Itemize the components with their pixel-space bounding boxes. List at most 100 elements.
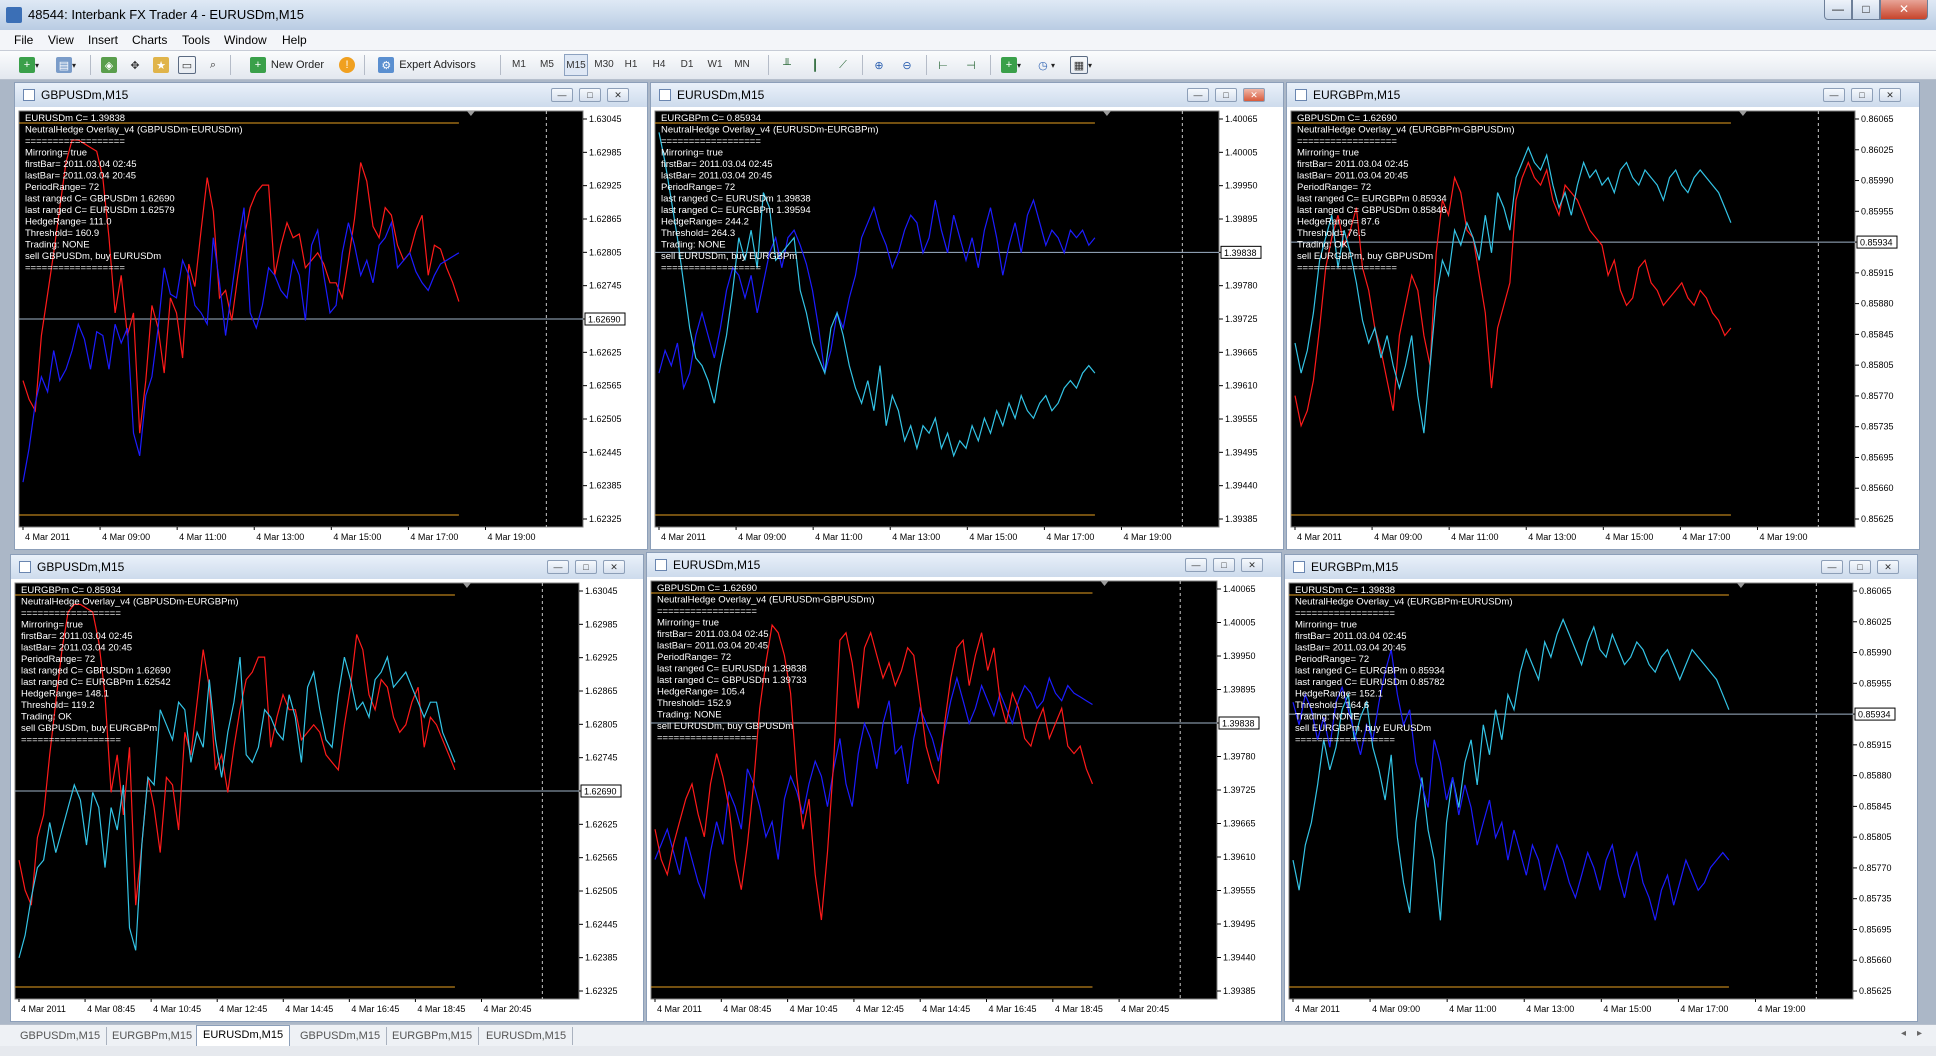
chart-icon [659, 89, 671, 101]
chart-maximize-button[interactable]: □ [575, 560, 597, 574]
chart-window-titlebar[interactable]: GBPUSDm,M15 — □ ✕ [11, 555, 643, 579]
chart-window[interactable]: EURGBPm,M15 — □ ✕ 0.86065 0.86025 0.85990 0… [1284, 554, 1918, 1022]
chart-window[interactable]: EURGBPm,M15 — □ ✕ 0.86065 0.86025 0.85990 0… [1286, 82, 1920, 550]
chart-close-button[interactable]: ✕ [1879, 88, 1901, 102]
menu-view[interactable]: View [48, 33, 74, 47]
price-label: 1.63045 [589, 114, 622, 124]
periods-button[interactable]: ◷ ▾ [1030, 54, 1060, 76]
time-label: 4 Mar 19:00 [1123, 532, 1171, 542]
chart-close-button[interactable]: ✕ [607, 88, 629, 102]
alert-button[interactable]: ! [336, 54, 358, 76]
chart-window-titlebar[interactable]: EURUSDm,M15 — □ ✕ [651, 83, 1283, 107]
chart-maximize-button[interactable]: □ [1213, 558, 1235, 572]
new-chart-button[interactable]: + ▾ [14, 54, 44, 76]
market-watch-button[interactable]: ◈ [98, 54, 120, 76]
chart-maximize-button[interactable]: □ [1851, 88, 1873, 102]
timeframe-m1[interactable]: M1 [508, 54, 530, 76]
chart-tab[interactable]: GBPUSDm,M15 [294, 1027, 388, 1045]
timeframe-m15[interactable]: M15 [564, 54, 588, 76]
expert-advisors-button[interactable]: ⚙ Expert Advisors [372, 54, 482, 76]
indicator-info-line: lastBar= 2011.03.04 20:45 [21, 643, 132, 654]
chart-canvas[interactable]: 1.40065 1.40005 1.39950 1.39895 1.39838 1.397… [651, 107, 1283, 549]
chart-tab[interactable]: EURGBPm,M15 [106, 1027, 200, 1045]
menu-help[interactable]: Help [282, 33, 307, 47]
navigator-button[interactable]: ★ [150, 54, 172, 76]
menu-charts[interactable]: Charts [132, 33, 167, 47]
price-label: 1.39665 [1223, 819, 1256, 829]
timeframe-h4[interactable]: H4 [648, 54, 670, 76]
strategy-tester-button[interactable]: ⌕ [202, 54, 224, 76]
chart-maximize-button[interactable]: □ [579, 88, 601, 102]
bar-chart-button[interactable]: ╨ [776, 54, 798, 76]
price-label: 1.62445 [585, 919, 618, 929]
tab-scroll-left[interactable]: ◂ [1901, 1028, 1906, 1039]
chart-canvas[interactable]: 1.63045 1.62985 1.62925 1.62865 1.62805 1.627… [11, 579, 643, 1021]
indicator-info-line: Trading: NONE [661, 240, 726, 251]
chart-canvas[interactable]: 1.63045 1.62985 1.62925 1.62865 1.62805 1.627… [15, 107, 647, 549]
new-order-button[interactable]: + New Order [240, 54, 334, 76]
zoom-out-button[interactable]: ⊖ [896, 54, 918, 76]
chart-close-button[interactable]: ✕ [603, 560, 625, 574]
chart-canvas[interactable]: 0.86065 0.86025 0.85990 0.85955 0.85934 0.859… [1287, 107, 1919, 549]
chart-minimize-button[interactable]: — [1185, 558, 1207, 572]
candlestick-button[interactable]: ┃ [804, 54, 826, 76]
indicator-info-line: lastBar= 2011.03.04 20:45 [1297, 171, 1408, 182]
chart-minimize-button[interactable]: — [1821, 560, 1843, 574]
menu-window[interactable]: Window [224, 33, 267, 47]
indicator-info-line: Threshold= 164.6 [1295, 700, 1369, 711]
price-label: 1.62325 [589, 514, 622, 524]
auto-scroll-button[interactable]: ⊢ [932, 54, 954, 76]
timeframe-m5[interactable]: M5 [536, 54, 558, 76]
chart-window-titlebar[interactable]: EURGBPm,M15 — □ ✕ [1287, 83, 1919, 107]
price-label: 1.39555 [1223, 886, 1256, 896]
data-window-button[interactable]: ✥ [124, 54, 146, 76]
chart-close-button[interactable]: ✕ [1243, 88, 1265, 102]
timeframe-mn[interactable]: MN [730, 54, 754, 76]
chart-tab[interactable]: EURUSDm,M15 [480, 1027, 574, 1045]
timeframe-m30[interactable]: M30 [592, 54, 616, 76]
templates-button[interactable]: ▦ ▾ [1066, 54, 1096, 76]
tab-scroll-right[interactable]: ▸ [1917, 1028, 1922, 1039]
chart-tab-active[interactable]: EURUSDm,M15 [196, 1025, 291, 1046]
chart-tab[interactable]: GBPUSDm,M15 [14, 1027, 108, 1045]
close-button[interactable]: ✕ [1880, 0, 1928, 20]
chart-tab[interactable]: EURGBPm,M15 [386, 1027, 480, 1045]
chart-window[interactable]: GBPUSDm,M15 — □ ✕ 1.63045 1.62985 1.62925 1… [10, 554, 644, 1022]
menu-insert[interactable]: Insert [88, 33, 118, 47]
maximize-button[interactable]: □ [1852, 0, 1880, 20]
chart-minimize-button[interactable]: — [551, 88, 573, 102]
chart-close-button[interactable]: ✕ [1241, 558, 1263, 572]
price-label: 0.85880 [1861, 299, 1894, 309]
chart-window-titlebar[interactable]: EURGBPm,M15 — □ ✕ [1285, 555, 1917, 579]
chart-window[interactable]: EURUSDm,M15 — □ ✕ 1.40065 1.40005 1.39950 1… [650, 82, 1284, 550]
zoom-in-button[interactable]: ⊕ [868, 54, 890, 76]
chart-window[interactable]: GBPUSDm,M15 — □ ✕ 1.63045 1.62985 1.62925 1… [14, 82, 648, 550]
time-label: 4 Mar 12:45 [856, 1004, 904, 1014]
chart-shift-button[interactable]: ⊣ [960, 54, 982, 76]
chart-canvas[interactable]: 0.86065 0.86025 0.85990 0.85955 0.85934 0.859… [1285, 579, 1917, 1021]
chart-minimize-button[interactable]: — [547, 560, 569, 574]
chart-window[interactable]: EURUSDm,M15 — □ ✕ 1.40065 1.40005 1.39950 1… [646, 552, 1282, 1022]
terminal-button[interactable]: ▭ [176, 54, 198, 76]
indicator-info-line: Threshold= 152.9 [657, 698, 731, 709]
line-chart-button[interactable]: ⟋ [832, 54, 854, 76]
timeframe-w1[interactable]: W1 [704, 54, 726, 76]
indicators-button[interactable]: + ▾ [996, 54, 1026, 76]
chart-window-titlebar[interactable]: GBPUSDm,M15 — □ ✕ [15, 83, 647, 107]
timeframe-d1[interactable]: D1 [676, 54, 698, 76]
menu-tools[interactable]: Tools [182, 33, 210, 47]
minimize-button[interactable]: — [1824, 0, 1852, 20]
chart-window-titlebar[interactable]: EURUSDm,M15 — □ ✕ [647, 553, 1281, 577]
chart-minimize-button[interactable]: — [1187, 88, 1209, 102]
chart-close-button[interactable]: ✕ [1877, 560, 1899, 574]
menu-file[interactable]: File [14, 33, 33, 47]
menu-bar: File View Insert Charts Tools Window Hel… [0, 30, 1936, 51]
time-label: 4 Mar 09:00 [738, 532, 786, 542]
profiles-button[interactable]: ▤ ▾ [50, 54, 82, 76]
timeframe-h1[interactable]: H1 [620, 54, 642, 76]
price-label: 1.62745 [585, 753, 618, 763]
chart-minimize-button[interactable]: — [1823, 88, 1845, 102]
chart-maximize-button[interactable]: □ [1215, 88, 1237, 102]
chart-maximize-button[interactable]: □ [1849, 560, 1871, 574]
chart-canvas[interactable]: 1.40065 1.40005 1.39950 1.39895 1.39838 1.397… [647, 577, 1281, 1021]
